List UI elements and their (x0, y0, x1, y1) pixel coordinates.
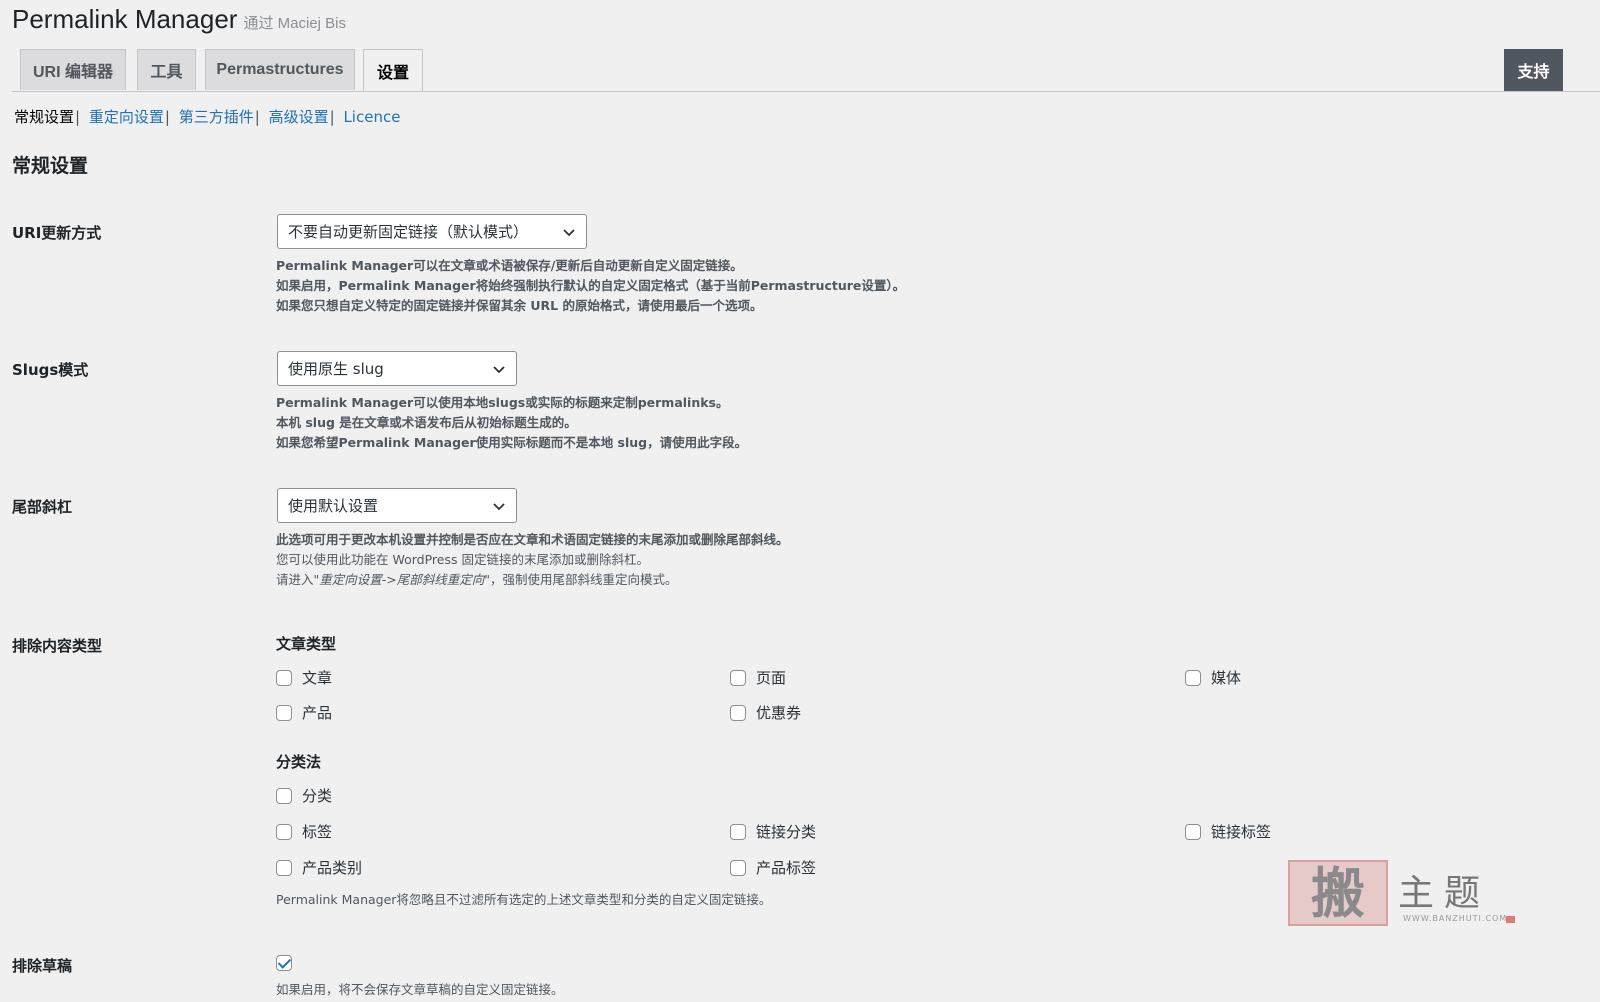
checkbox-box[interactable] (730, 823, 746, 840)
checkbox-media[interactable]: 媒体 (1185, 667, 1241, 688)
watermark-stamp: 搬 (1288, 860, 1388, 926)
checkbox-page[interactable]: 页面 (730, 667, 786, 688)
subnav-separator: | (254, 108, 260, 126)
slugs-mode-desc: Permalink Manager可以使用本地slugs或实际的标题来定制per… (276, 393, 747, 453)
exclude-drafts-desc: 如果启用，将不会保存文章草稿的自定义固定链接。 (276, 982, 564, 997)
exclude-types-desc: Permalink Manager将忽略且不过滤所有选定的上述文章类型和分类的自… (276, 892, 772, 907)
trailing-slash-value: 使用默认设置 (288, 497, 379, 515)
slugs-mode-value: 使用原生 slug (288, 360, 384, 378)
checkbox-product[interactable]: 产品 (276, 702, 332, 723)
checkbox-product-category[interactable]: 产品类别 (276, 857, 362, 878)
exclude-drafts-label: 排除草稿 (12, 957, 73, 975)
slugs-mode-desc-line: 如果您希望Permalink Manager使用实际标题而不是本地 slug，请… (276, 435, 748, 450)
uri-update-label: URI更新方式 (12, 224, 102, 242)
checkbox-label: 分类 (302, 787, 333, 805)
tab-settings[interactable]: 设置 (363, 49, 423, 91)
subnav-separator: | (329, 108, 335, 126)
desc-suffix: "，强制使用尾部斜线重定向模式。 (484, 572, 678, 587)
support-button[interactable]: 支持 (1504, 49, 1563, 91)
trailing-slash-desc-line: 此选项可用于更改本机设置并控制是否应在文章和术语固定链接的末尾添加或删除尾部斜线… (276, 532, 789, 547)
settings-subnav: 常规设置| 重定向设置| 第三方插件| 高级设置| Licence (14, 106, 400, 127)
redirect-settings-ref: 重定向设置->尾部斜线重定向 (319, 572, 485, 587)
chevron-down-icon (493, 503, 505, 511)
checkbox-label: 文章 (302, 669, 333, 687)
trailing-slash-desc-line: 您可以使用此功能在 WordPress 固定链接的末尾添加或删除斜杠。 (276, 552, 649, 567)
uri-update-select[interactable]: 不要自动更新固定链接（默认模式） (277, 214, 587, 249)
plugin-name: Permalink Manager (12, 4, 238, 34)
checkbox-exclude-drafts[interactable] (276, 955, 302, 971)
checkbox-link-category[interactable]: 链接分类 (730, 821, 816, 842)
checkbox-box[interactable] (730, 669, 746, 686)
slugs-mode-select[interactable]: 使用原生 slug (277, 351, 517, 386)
subnav-general[interactable]: 常规设置 (14, 108, 74, 126)
subnav-licence[interactable]: Licence (343, 108, 400, 126)
checkbox-box[interactable] (276, 787, 292, 804)
trailing-slash-desc: 此选项可用于更改本机设置并控制是否应在文章和术语固定链接的末尾添加或删除尾部斜线… (276, 530, 789, 590)
chevron-down-icon (563, 229, 575, 237)
post-types-title: 文章类型 (276, 635, 337, 653)
trailing-slash-desc-line: 请进入"重定向设置->尾部斜线重定向"，强制使用尾部斜线重定向模式。 (276, 570, 789, 590)
checkbox-tag[interactable]: 标签 (276, 821, 332, 842)
page-title: Permalink Manager 通过 Maciej Bis (12, 4, 346, 35)
subnav-separator: | (75, 108, 81, 126)
checkbox-box[interactable] (276, 859, 292, 876)
checkbox-label: 页面 (756, 669, 787, 687)
checkbox-box-checked[interactable] (276, 955, 292, 971)
taxonomies-title: 分类法 (276, 753, 322, 771)
watermark-logo: 搬 主题 WWW.BANZHUTI.COM (1288, 860, 1518, 930)
checkbox-box[interactable] (276, 823, 292, 840)
watermark-dot (1506, 916, 1515, 923)
trailing-slash-select[interactable]: 使用默认设置 (277, 488, 517, 523)
author-credit: 通过 Maciej Bis (243, 15, 346, 32)
watermark-text: 主题 (1398, 873, 1491, 914)
checkbox-box[interactable] (730, 859, 746, 876)
checkbox-label: 产品类别 (302, 859, 363, 877)
subnav-third-party[interactable]: 第三方插件 (179, 108, 254, 126)
slugs-mode-desc-line: Permalink Manager可以使用本地slugs或实际的标题来定制per… (276, 395, 729, 410)
uri-update-desc: Permalink Manager可以在文章或术语被保存/更新后自动更新自定义固… (276, 256, 905, 316)
checkbox-label: 产品标签 (756, 859, 817, 877)
checkbox-label: 链接分类 (756, 823, 817, 841)
checkbox-label: 产品 (302, 704, 333, 722)
checkbox-box[interactable] (1185, 669, 1201, 686)
uri-update-desc-line: 如果启用，Permalink Manager将始终强制执行默认的自定义固定格式（… (276, 278, 906, 293)
checkbox-label: 优惠券 (756, 704, 802, 722)
checkbox-link-tag[interactable]: 链接标签 (1185, 821, 1271, 842)
tab-uri-editor[interactable]: URI 编辑器 (20, 49, 126, 90)
subnav-separator: | (164, 108, 170, 126)
chevron-down-icon (493, 366, 505, 374)
section-title: 常规设置 (12, 155, 89, 177)
trailing-slash-label: 尾部斜杠 (12, 498, 73, 516)
checkbox-box[interactable] (276, 704, 292, 721)
checkbox-label: 链接标签 (1211, 823, 1272, 841)
slugs-mode-label: Slugs模式 (12, 361, 89, 379)
checkbox-coupon[interactable]: 优惠券 (730, 702, 801, 723)
tabs-divider (12, 91, 1600, 92)
uri-update-value: 不要自动更新固定链接（默认模式） (288, 223, 529, 241)
checkbox-product-tag[interactable]: 产品标签 (730, 857, 816, 878)
checkbox-box[interactable] (730, 704, 746, 721)
subnav-advanced[interactable]: 高级设置 (269, 108, 329, 126)
exclude-types-label: 排除内容类型 (12, 637, 103, 655)
checkbox-box[interactable] (276, 669, 292, 686)
desc-prefix: 请进入" (276, 572, 320, 587)
checkbox-category[interactable]: 分类 (276, 785, 332, 806)
watermark-url: WWW.BANZHUTI.COM (1403, 914, 1508, 923)
tab-tools[interactable]: 工具 (137, 49, 196, 90)
uri-update-desc-line: Permalink Manager可以在文章或术语被保存/更新后自动更新自定义固… (276, 258, 743, 273)
slugs-mode-desc-line: 本机 slug 是在文章或术语发布后从初始标题生成的。 (276, 415, 577, 430)
subnav-redirect[interactable]: 重定向设置 (89, 108, 164, 126)
checkbox-label: 媒体 (1211, 669, 1242, 687)
uri-update-desc-line: 如果您只想自定义特定的固定链接并保留其余 URL 的原始格式，请使用最后一个选项… (276, 298, 763, 313)
tab-permastructures[interactable]: Permastructures (205, 49, 355, 90)
checkbox-box[interactable] (1185, 823, 1201, 840)
checkbox-label: 标签 (302, 823, 333, 841)
checkbox-post[interactable]: 文章 (276, 667, 332, 688)
